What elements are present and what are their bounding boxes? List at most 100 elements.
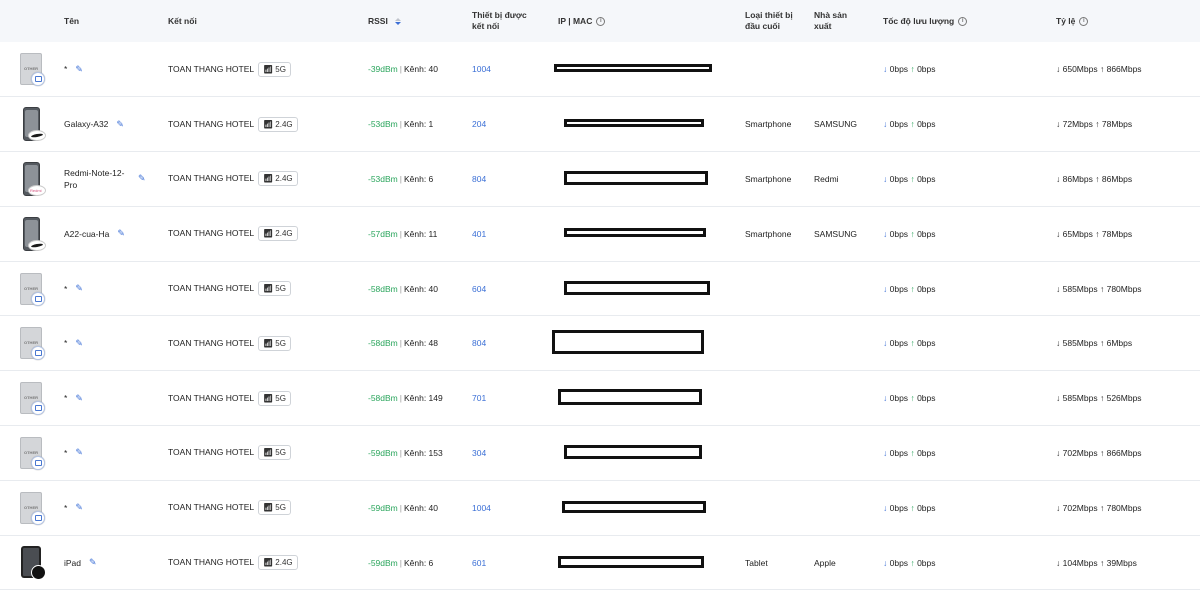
name-cell: * ✎	[60, 261, 164, 316]
pencil-icon[interactable]: ✎	[75, 447, 83, 458]
connected-count[interactable]: 204	[472, 119, 486, 129]
band-label: 5G	[275, 338, 286, 348]
download-speed: 0bps	[889, 119, 909, 130]
band-label: 5G	[275, 448, 286, 458]
arrow-up-icon: ↑	[1099, 447, 1105, 458]
ipmac-cell	[554, 371, 741, 426]
table-row[interactable]: OTHER * ✎ TOAN THANG HOTEL 📶︎ 5G -59dBm | Kênh: …	[0, 426, 1200, 481]
download-speed: 0bps	[889, 283, 909, 294]
ipmac-cell	[554, 261, 741, 316]
connection-cell: TOAN THANG HOTEL 📶︎ 2.4G	[164, 97, 364, 152]
redaction-box	[562, 500, 706, 513]
device-icon-cell: OTHER	[0, 42, 60, 97]
channel-label: Kênh: 6	[403, 557, 434, 568]
throughput-cell: ↓ 0bps ↑ 0bps	[879, 535, 1052, 590]
rssi-cell: -53dBm | Kênh: 6	[364, 152, 468, 207]
table-row[interactable]: Galaxy-A32 ✎ TOAN THANG HOTEL 📶︎ 2.4G -53dBm |…	[0, 97, 1200, 152]
connected-count[interactable]: 804	[472, 338, 486, 348]
pencil-icon[interactable]: ✎	[75, 502, 83, 513]
device-type: Smartphone	[745, 228, 792, 239]
arrow-up-icon: ↑	[1099, 283, 1105, 294]
other-device-icon: OTHER	[20, 52, 45, 87]
device-type-cell	[741, 42, 810, 97]
info-icon[interactable]: i	[1079, 16, 1089, 26]
arrow-down-icon: ↓	[1056, 393, 1061, 404]
table-row[interactable]: Redmi-Note-12-Pro✎TOAN THANG HOTEL📶︎2.4G…	[0, 152, 1200, 207]
table-row[interactable]: iPad ✎ TOAN THANG HOTEL 📶︎ 2.4G -59dBm | Kênh: …	[0, 535, 1200, 590]
device-type-cell: Smartphone	[741, 152, 810, 207]
connected-count[interactable]: 804	[472, 174, 486, 184]
ipmac-cell	[554, 206, 741, 261]
device-icon-cell: OTHER	[0, 426, 60, 481]
apple-logo-icon	[31, 564, 46, 580]
arrow-down-icon: ↓	[1056, 64, 1061, 75]
upload-speed: 0bps	[917, 338, 936, 349]
table-row[interactable]: A22-cua-Ha ✎ TOAN THANG HOTEL 📶︎ 2.4G -57dBm |…	[0, 206, 1200, 262]
rssi-cell: -39dBm | Kênh: 40	[364, 42, 468, 97]
redaction-box	[564, 280, 710, 295]
smartphone-icon	[20, 216, 46, 251]
throughput-column-header: Tốc độ lưu lượng i	[879, 0, 1052, 42]
pencil-icon[interactable]: ✎	[75, 338, 83, 349]
table-row[interactable]: OTHER * ✎ TOAN THANG HOTEL 📶︎ 5G -58dBm | Kênh: …	[0, 316, 1200, 371]
device-name: Redmi-Note-12-Pro	[64, 167, 125, 190]
table-row[interactable]: OTHER * ✎ TOAN THANG HOTEL 📶︎ 5G -59dBm | Kênh: …	[0, 480, 1200, 536]
pencil-icon[interactable]: ✎	[138, 173, 146, 184]
channel-label: Kênh: 48	[403, 338, 439, 349]
device-type: Tablet	[745, 557, 768, 568]
connected-count[interactable]: 401	[472, 229, 486, 239]
rate-up: 78Mbps	[1101, 228, 1133, 239]
pencil-icon[interactable]: ✎	[75, 64, 83, 75]
rssi-column-header[interactable]: RSSI	[364, 0, 468, 42]
ipmac-cell	[554, 97, 741, 152]
other-device-icon: OTHER	[20, 381, 45, 416]
smartphone-icon	[20, 161, 46, 196]
ssid-label: TOAN THANG HOTEL	[168, 337, 255, 348]
other-device-icon: OTHER	[20, 272, 45, 306]
arrow-up-icon: ↑	[910, 557, 915, 568]
pencil-icon[interactable]: ✎	[116, 119, 124, 130]
download-speed: 0bps	[889, 502, 909, 513]
arrow-down-icon: ↓	[883, 502, 888, 513]
arrow-up-icon: ↑	[910, 173, 915, 184]
band-tag: 📶︎ 5G	[258, 390, 291, 406]
device-type-cell	[741, 261, 810, 316]
maker-cell: SAMSUNG	[810, 206, 879, 261]
pencil-icon[interactable]: ✎	[75, 283, 83, 294]
throughput-cell: ↓ 0bps ↑ 0bps	[879, 42, 1052, 97]
other-device-icon: OTHER	[20, 491, 45, 525]
ssid-label: TOAN THANG HOTEL	[168, 173, 255, 184]
device-name: *	[64, 447, 68, 458]
maker-cell: SAMSUNG	[810, 97, 879, 152]
device-type-cell	[741, 426, 810, 481]
throughput-cell: ↓ 0bps ↑ 0bps	[879, 152, 1052, 207]
table-row[interactable]: OTHER * ✎ TOAN THANG HOTEL 📶︎ 5G -58dBm | Kênh: …	[0, 261, 1200, 316]
chat-badge-icon	[31, 291, 45, 306]
rate-up: 866Mbps	[1106, 64, 1142, 75]
table-row[interactable]: OTHER * ✎ TOAN THANG HOTEL 📶︎ 5G -58dBm | Kênh: …	[0, 371, 1200, 426]
device-icon-cell	[0, 97, 60, 152]
pencil-icon[interactable]: ✎	[75, 393, 83, 404]
devtype-header-line1: Loại thiết bị	[745, 10, 793, 20]
rate-down: 104Mbps	[1062, 557, 1098, 568]
table-row[interactable]: OTHER * ✎ TOAN THANG HOTEL 📶︎ 5G -39dBm | Kênh: …	[0, 42, 1200, 97]
pencil-icon[interactable]: ✎	[117, 228, 125, 239]
connected-count[interactable]: 604	[472, 284, 486, 294]
name-cell: iPad ✎	[60, 535, 164, 590]
ssid-label: TOAN THANG HOTEL	[168, 502, 255, 513]
name-cell: * ✎	[60, 316, 164, 371]
sort-icon[interactable]	[395, 17, 402, 25]
connected-count[interactable]: 601	[472, 558, 486, 568]
connected-count[interactable]: 1004	[472, 64, 491, 74]
info-icon[interactable]: i	[958, 16, 968, 26]
device-type-cell	[741, 316, 810, 371]
ssid-label: TOAN THANG HOTEL	[168, 447, 255, 458]
separator: |	[399, 393, 402, 404]
connected-count[interactable]: 304	[472, 448, 486, 458]
rssi-value: -53dBm	[368, 173, 398, 184]
pencil-icon[interactable]: ✎	[89, 557, 97, 568]
connected-count-cell: 604	[468, 261, 554, 316]
connected-count[interactable]: 701	[472, 393, 486, 403]
info-icon[interactable]: i	[596, 16, 606, 26]
connected-count[interactable]: 1004	[472, 503, 491, 513]
